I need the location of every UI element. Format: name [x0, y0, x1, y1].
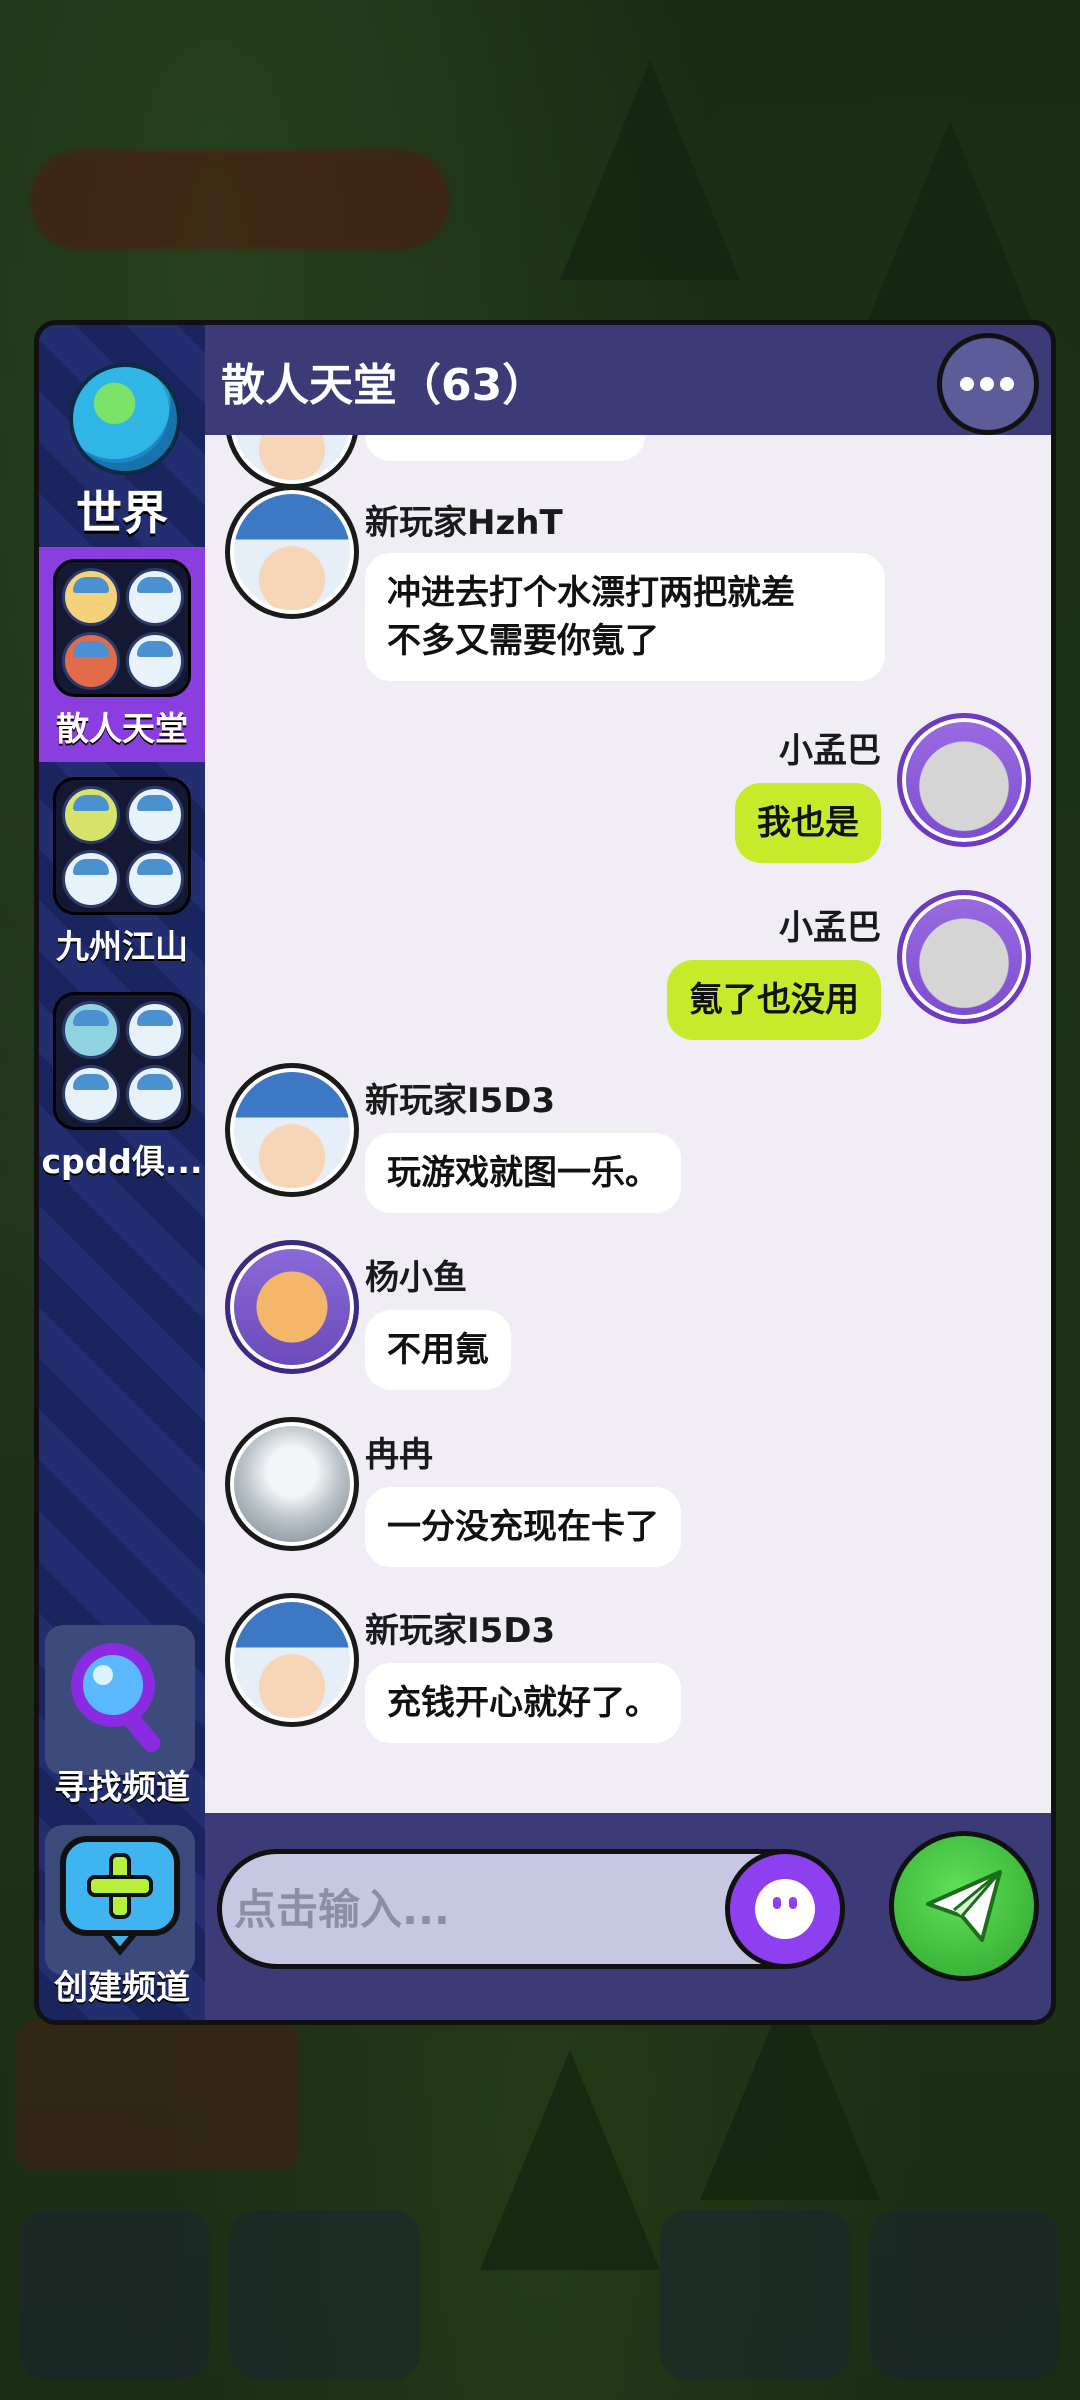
message-line: 冲进去打个水漂打两把就差: [387, 573, 795, 613]
member-avatar: [126, 786, 184, 844]
world-label: 世界: [76, 486, 168, 540]
channel-sidebar: 世界 散人天堂 九州江山 cpdd俱... 寻找频道 创建频道: [39, 325, 205, 2020]
user-avatar[interactable]: [225, 1417, 359, 1551]
chat-panel: 世界 散人天堂 九州江山 cpdd俱... 寻找频道 创建频道 散人天堂（63）…: [34, 320, 1056, 2025]
message-bubble: 不用氪: [365, 1310, 511, 1390]
message-line: 不多又需要你氪了: [387, 621, 659, 661]
send-icon: [926, 1870, 1002, 1942]
username: 新玩家I5D3: [365, 1081, 556, 1121]
message-text: 一分没充现在卡了: [387, 1507, 659, 1547]
username: 新玩家HzhT: [365, 503, 563, 543]
channel-item-sanren[interactable]: 散人天堂: [39, 547, 205, 762]
username: 小孟巴: [779, 908, 881, 948]
user-avatar[interactable]: [225, 485, 359, 619]
channel-avatar-grid: [53, 992, 191, 1130]
user-avatar[interactable]: [225, 435, 359, 489]
search-magnifier-icon: [71, 1643, 161, 1753]
my-message-bubble: 氪了也没用: [667, 960, 881, 1040]
channel-label: cpdd俱...: [41, 1142, 203, 1181]
message-input[interactable]: [232, 1868, 696, 1950]
message-text: 充钱开心就好了。: [387, 1683, 659, 1723]
more-icon: [960, 377, 974, 391]
member-avatar: [62, 850, 120, 908]
find-channel-label: 寻找频道: [54, 1768, 190, 1808]
member-avatar: [126, 632, 184, 690]
more-button[interactable]: [937, 333, 1039, 435]
username: 杨小鱼: [365, 1258, 467, 1298]
message-input-wrapper: [217, 1849, 845, 1969]
emoji-button[interactable]: [725, 1849, 845, 1969]
channel-avatar-grid: [53, 777, 191, 915]
input-bar: [205, 1813, 1051, 2020]
user-avatar[interactable]: [225, 1593, 359, 1727]
username: 冉冉: [365, 1435, 433, 1475]
member-avatar: [62, 1001, 120, 1059]
my-message-bubble: 我也是: [735, 783, 881, 863]
emoji-icon: [755, 1879, 815, 1939]
create-channel-button[interactable]: 创建频道: [39, 1825, 205, 2020]
message-bubble: 玩游戏就图一乐。: [365, 1133, 681, 1213]
message-text: 氪了也没用: [689, 980, 859, 1020]
channel-avatar-grid: [53, 559, 191, 697]
create-channel-box: [45, 1825, 195, 1975]
channel-item-jiuzhou[interactable]: 九州江山: [39, 765, 205, 980]
channel-title: 散人天堂（63）: [221, 360, 547, 411]
find-channel-box: [45, 1625, 195, 1775]
member-avatar: [62, 632, 120, 690]
channel-label: 散人天堂: [56, 709, 188, 748]
member-avatar: [126, 1001, 184, 1059]
more-icon: [980, 377, 994, 391]
message-bubble-clipped: [365, 435, 645, 461]
member-avatar: [62, 568, 120, 626]
username: 小孟巴: [779, 731, 881, 771]
create-channel-label: 创建频道: [54, 1968, 190, 2008]
member-avatar: [126, 1065, 184, 1123]
message-bubble: 冲进去打个水漂打两把就差 不多又需要你氪了: [365, 553, 885, 681]
username: 新玩家I5D3: [365, 1611, 556, 1651]
my-avatar[interactable]: [897, 713, 1031, 847]
message-text: 玩游戏就图一乐。: [387, 1153, 659, 1193]
world-globe-icon: [69, 363, 181, 475]
chat-header: 散人天堂（63）: [205, 325, 1051, 435]
channel-label: 九州江山: [56, 927, 188, 966]
message-bubble: 一分没充现在卡了: [365, 1487, 681, 1567]
channel-item-cpdd[interactable]: cpdd俱...: [39, 980, 205, 1195]
member-avatar: [62, 1065, 120, 1123]
my-avatar[interactable]: [897, 890, 1031, 1024]
message-bubble: 充钱开心就好了。: [365, 1663, 681, 1743]
message-text: 不用氪: [387, 1330, 489, 1370]
user-avatar[interactable]: [225, 1063, 359, 1197]
send-button[interactable]: [889, 1831, 1039, 1981]
member-avatar: [126, 568, 184, 626]
user-avatar[interactable]: [225, 1240, 359, 1374]
more-icon: [1000, 377, 1014, 391]
message-text: 我也是: [757, 803, 859, 843]
message-list[interactable]: 新玩家HzhT 冲进去打个水漂打两把就差 不多又需要你氪了 小孟巴 我也是 小孟…: [205, 435, 1051, 1813]
find-channel-button[interactable]: 寻找频道: [39, 1625, 205, 1820]
add-channel-icon: [60, 1836, 180, 1956]
member-avatar: [126, 850, 184, 908]
member-avatar: [62, 786, 120, 844]
